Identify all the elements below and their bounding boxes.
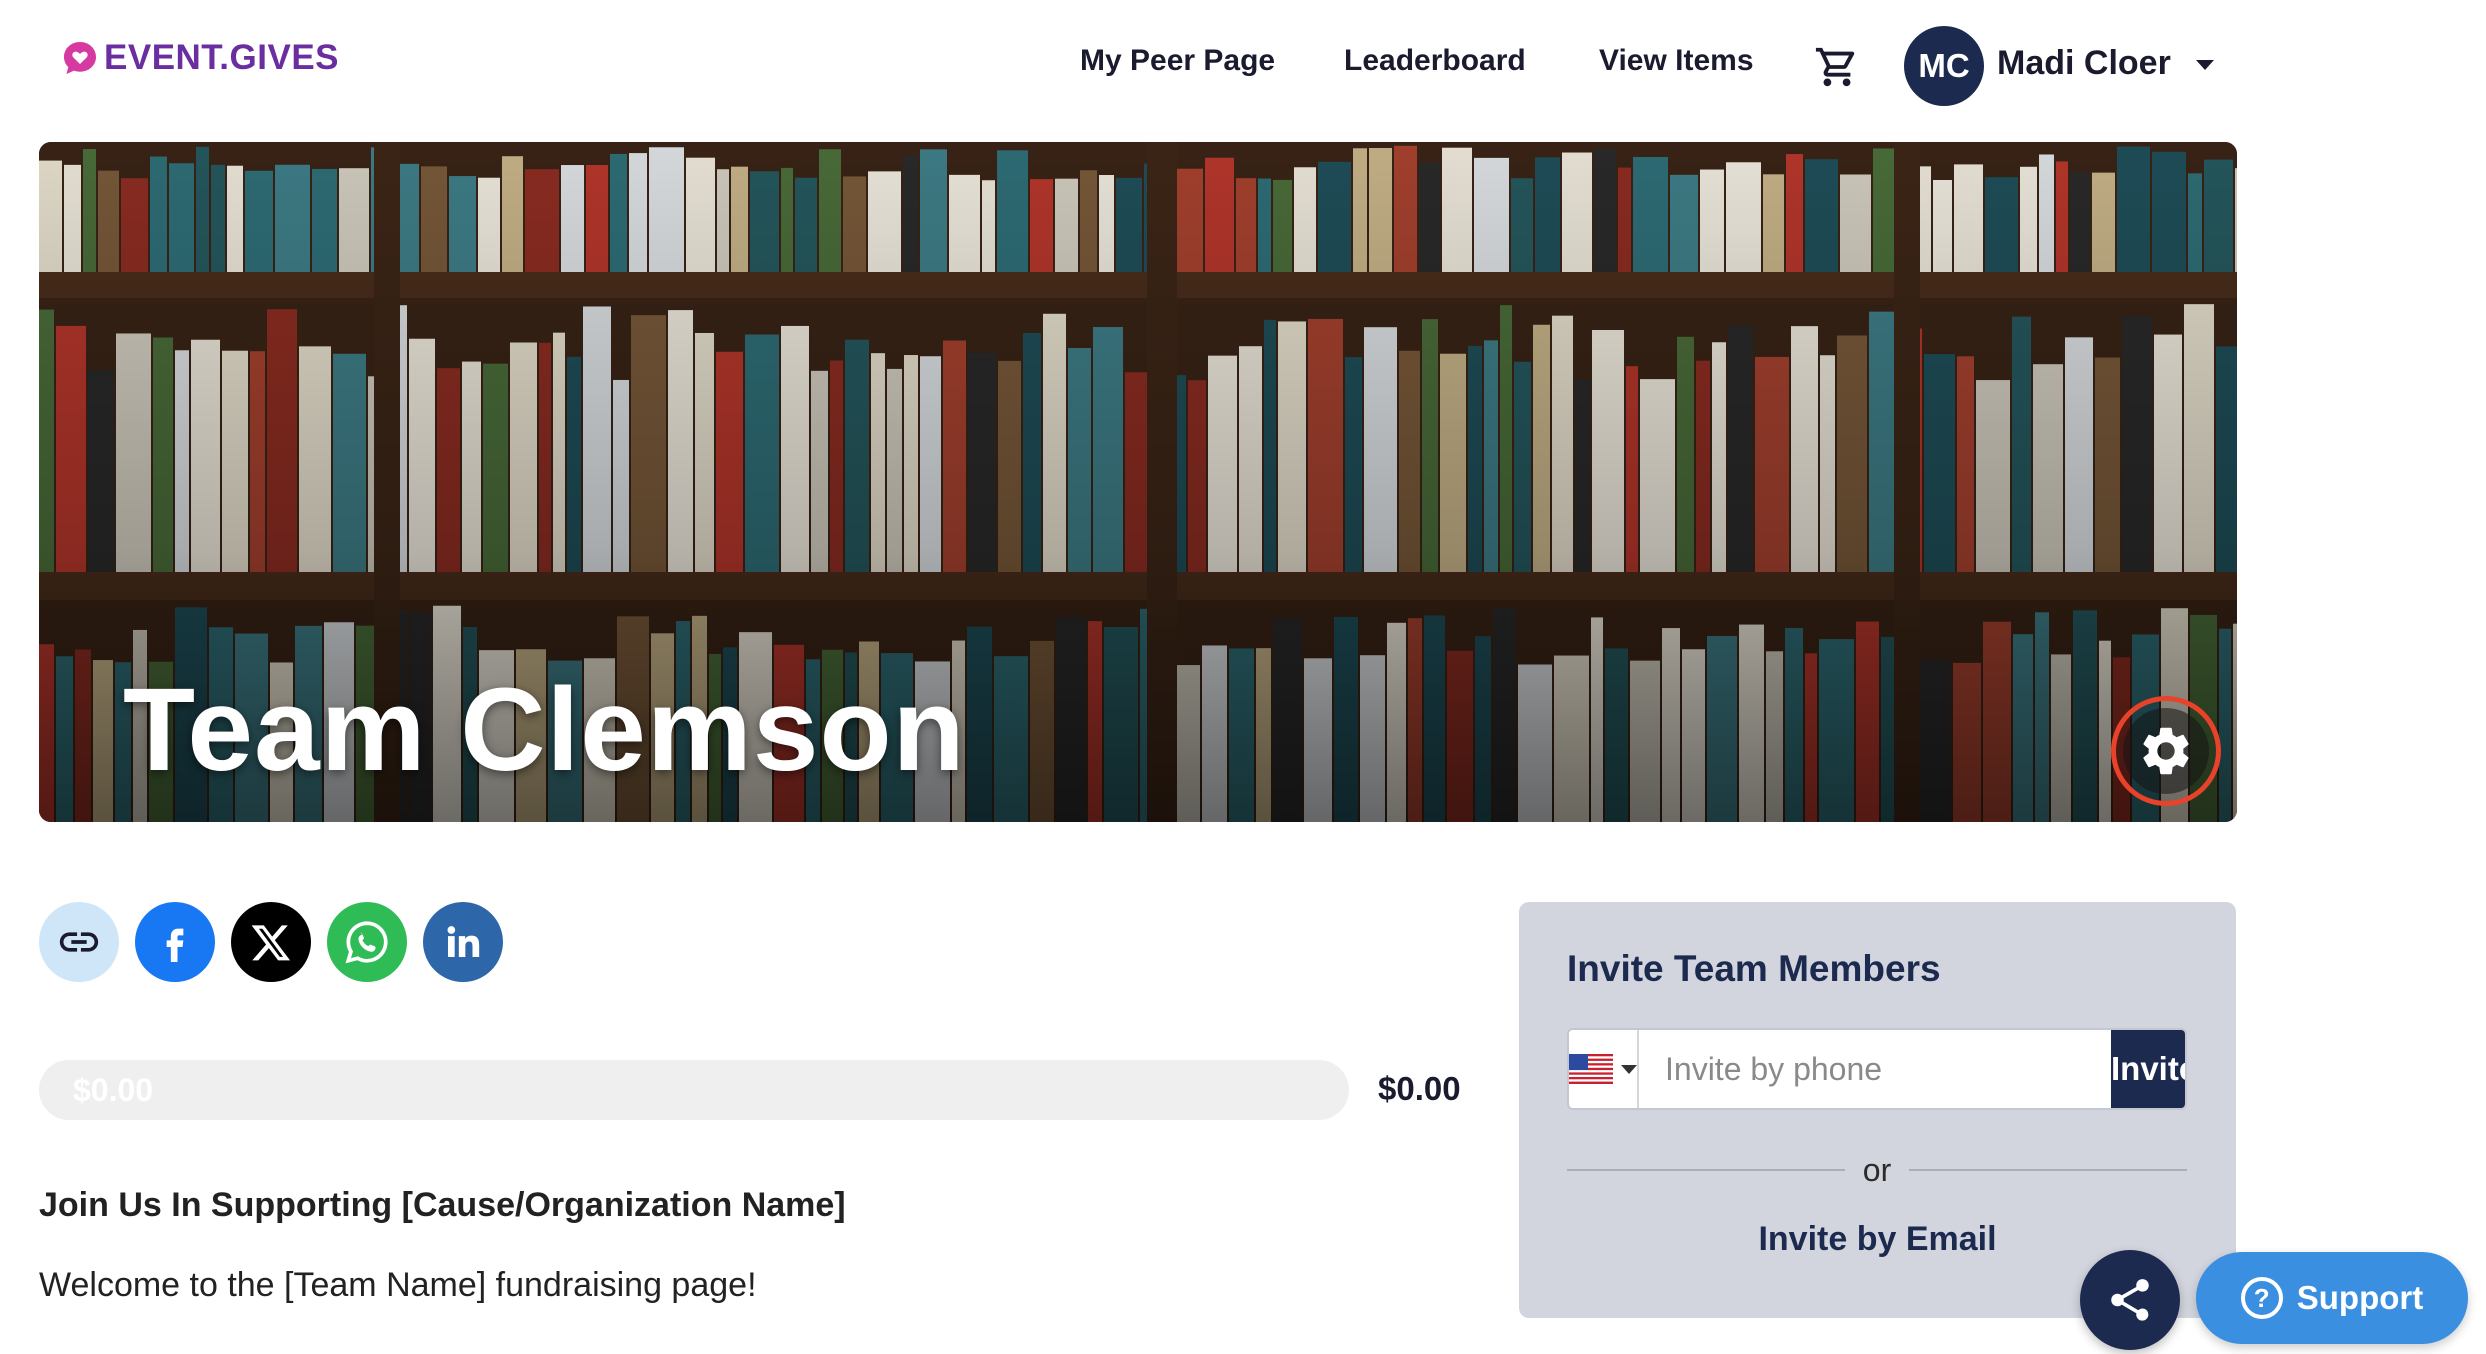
nav-view-items[interactable]: View Items bbox=[1599, 44, 1754, 78]
share-whatsapp-button[interactable] bbox=[327, 902, 407, 982]
gear-icon bbox=[2143, 727, 2189, 775]
page-heading: Join Us In Supporting [Cause/Organizatio… bbox=[39, 1186, 846, 1224]
user-name[interactable]: Madi Cloer bbox=[1997, 44, 2171, 83]
top-navbar: EVENT.GIVES My Peer Page Leaderboard Vie… bbox=[0, 0, 2486, 132]
help-question-icon: ? bbox=[2240, 1277, 2283, 1319]
page-intro-text: Welcome to the [Team Name] fundraising p… bbox=[39, 1266, 757, 1304]
invite-button[interactable]: Invite bbox=[2111, 1030, 2185, 1108]
progress-raised-label: $0.00 bbox=[73, 1072, 154, 1108]
country-caret-icon bbox=[1621, 1064, 1637, 1074]
invite-phone-input[interactable] bbox=[1639, 1030, 2111, 1108]
invite-card-title: Invite Team Members bbox=[1567, 948, 1941, 989]
team-title: Team Clemson bbox=[123, 664, 966, 796]
shopping-cart-icon[interactable] bbox=[1814, 44, 1860, 90]
or-text: or bbox=[1862, 1151, 1892, 1188]
share-buttons bbox=[39, 902, 503, 982]
or-divider: or bbox=[1567, 1150, 2188, 1190]
linkedin-icon bbox=[447, 926, 480, 957]
nav-leaderboard[interactable]: Leaderboard bbox=[1344, 44, 1526, 78]
share-facebook-button[interactable] bbox=[135, 902, 215, 982]
copy-link-button[interactable] bbox=[39, 902, 119, 982]
user-avatar[interactable]: MC bbox=[1904, 26, 1984, 106]
share-linkedin-button[interactable] bbox=[423, 902, 503, 982]
link-icon bbox=[59, 932, 99, 952]
floating-share-button[interactable] bbox=[2080, 1250, 2180, 1350]
share-icon bbox=[2111, 1279, 2149, 1321]
divider-line-left bbox=[1567, 1169, 1845, 1171]
progress-goal-label: $0.00 bbox=[1378, 1070, 1461, 1107]
settings-button-inner bbox=[2123, 708, 2209, 794]
event-gives-logo[interactable]: EVENT.GIVES bbox=[62, 38, 339, 78]
support-button[interactable]: ? Support bbox=[2196, 1252, 2468, 1344]
logo-chat-heart-icon bbox=[64, 42, 96, 74]
us-flag-icon bbox=[1569, 1054, 1613, 1084]
user-menu-caret-icon[interactable] bbox=[2196, 60, 2214, 70]
fundraising-progress-bar: $0.00 bbox=[39, 1060, 1349, 1120]
country-code-select[interactable] bbox=[1569, 1030, 1639, 1108]
divider-line-right bbox=[1909, 1169, 2188, 1171]
logo-text: EVENT.GIVES bbox=[104, 38, 340, 77]
share-x-button[interactable] bbox=[231, 902, 311, 982]
facebook-icon bbox=[166, 928, 184, 962]
support-label: Support bbox=[2296, 1279, 2424, 1316]
nav-my-peer-page[interactable]: My Peer Page bbox=[1080, 44, 1275, 78]
whatsapp-icon bbox=[345, 921, 388, 964]
x-icon bbox=[251, 925, 291, 961]
invite-phone-group: Invite bbox=[1567, 1028, 2187, 1110]
team-hero-banner: Team Clemson bbox=[39, 142, 2237, 822]
settings-button[interactable] bbox=[2111, 696, 2221, 806]
